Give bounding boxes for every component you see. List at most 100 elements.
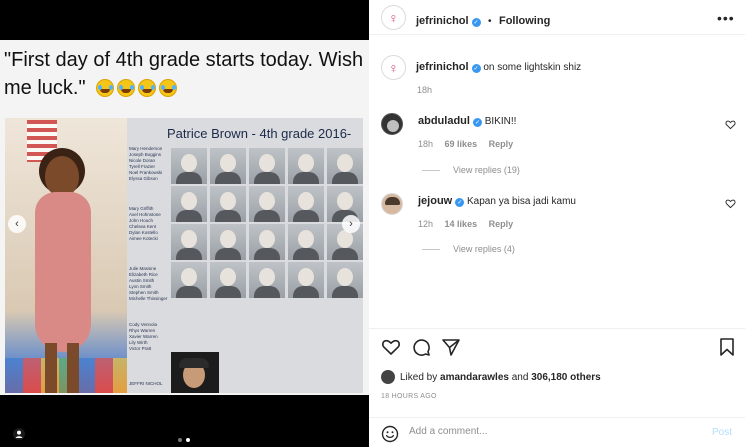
like-comment-heart-icon[interactable] [725,198,736,209]
comment-time[interactable]: 12h [418,219,433,229]
chevron-left-icon: ‹ [15,218,19,230]
student-photo [288,262,324,298]
student-photo [288,224,324,260]
teacher-body [35,192,91,352]
author-username[interactable]: jefrinichol [416,15,469,27]
teacher-leg [45,343,57,393]
verified-badge-icon: ✓ [471,18,481,27]
owner-username[interactable]: jefrinichol [416,61,469,73]
owner-comment-time[interactable]: 18h [417,85,432,95]
chevron-right-icon: › [349,218,353,230]
save-bookmark-icon[interactable] [717,337,737,357]
verified-badge-icon: ✓ [472,118,482,127]
yearbook-name: Victor Pratt [129,346,152,351]
carousel-dot-active [186,438,190,442]
post-header: jefrinichol✓ • Following ••• [369,0,745,35]
student-photo [210,224,246,260]
student-photo [288,186,324,222]
reply-button[interactable]: Reply [489,219,514,229]
actions-divider [369,328,745,329]
carousel-prev-button[interactable]: ‹ [8,215,26,233]
laughing-emoji-icon [96,78,115,97]
view-replies-button[interactable]: View replies (4) [422,244,515,254]
comment-likes[interactable]: 14 likes [445,219,478,229]
teacher-leg [67,343,79,393]
teacher-head [45,156,79,196]
laughing-emoji-icon [117,78,136,97]
emoji-smiley-icon[interactable] [381,425,399,443]
verified-badge-icon: ✓ [471,64,481,73]
student-photo [210,148,246,184]
owner-comment-text: on some lightskin shiz [483,62,582,73]
meme-caption-text: "First day of 4th grade starts today. Wi… [4,49,364,99]
commenter-username[interactable]: abduladul [418,115,470,127]
post-media: "First day of 4th grade starts today. Wi… [0,0,369,447]
student-photo [249,186,285,222]
divider [422,169,440,171]
post-side-panel: jefrinichol✓ • Following ••• jefrinichol… [369,0,745,447]
student-photo [171,262,207,298]
liker-avatar[interactable] [381,370,395,384]
comment-time[interactable]: 18h [418,139,433,149]
student-photo [171,148,207,184]
verified-badge-icon: ✓ [455,198,465,207]
tagged-users-button[interactable] [12,427,26,441]
commenter-avatar[interactable] [381,193,403,215]
author-avatar[interactable] [381,5,406,30]
following-button[interactable]: Following [499,15,550,27]
likes-summary: Liked by amandarawles and 306,180 others [381,370,601,384]
comment-likes[interactable]: 69 likes [445,139,478,149]
student-photo [249,262,285,298]
carousel-dot [178,438,182,442]
student-photo [210,262,246,298]
carousel-indicator [178,438,190,442]
view-replies-label: View replies (4) [453,244,515,254]
owner-comment: jefrinichol ✓ on some lightskin shiz [416,61,581,73]
share-paper-plane-icon[interactable] [441,337,461,357]
comment-text: BIKIN!! [484,116,517,127]
student-photo [171,186,207,222]
student-photo [288,148,324,184]
comment-body: jejouw ✓ Kapan ya bisa jadi kamu [418,195,576,207]
yearbook-name: Michelle Thissinger [129,296,168,301]
meme-image: "First day of 4th grade starts today. Wi… [0,40,369,395]
owner-avatar[interactable] [381,55,406,80]
likes-others-count[interactable]: 306,180 others [531,372,601,383]
photo-collage: Patrice Brown - 4th grade 2016- Mary Hen… [5,118,363,393]
laughing-emoji-icon [138,78,157,97]
post-comment-button[interactable]: Post [712,427,732,438]
divider [422,248,440,250]
comment-meta: 18h 69 likes Reply [418,139,513,149]
like-comment-heart-icon[interactable] [725,119,736,130]
more-options-button[interactable]: ••• [717,10,735,26]
post-timestamp[interactable]: 18 HOURS AGO [381,393,437,400]
reply-button[interactable]: Reply [489,139,514,149]
view-replies-button[interactable]: View replies (19) [422,165,520,175]
liker-username[interactable]: amandarawles [440,372,509,383]
instagram-post-modal: "First day of 4th grade starts today. Wi… [0,0,745,447]
view-replies-label: View replies (19) [453,165,520,175]
author-info: jefrinichol ✓ • Following [416,11,550,29]
student-photo [171,224,207,260]
user-tag-icon [13,428,25,440]
teacher-photo [5,118,127,393]
laughing-emojis [93,75,178,103]
carousel-next-button[interactable]: › [342,215,360,233]
student-photo [327,262,363,298]
comment-bubble-icon[interactable] [411,337,431,357]
commenter-avatar[interactable] [381,113,403,135]
student-photo [327,148,363,184]
laughing-emoji-icon [159,78,178,97]
yearbook-page: Patrice Brown - 4th grade 2016- Mary Hen… [127,118,363,393]
separator-dot: • [488,16,492,27]
commenter-username[interactable]: jejouw [418,195,452,207]
yearbook-title: Patrice Brown - 4th grade 2016- [167,126,352,141]
comment-body: abduladul ✓ BIKIN!! [418,115,516,127]
comment-input[interactable] [409,426,689,437]
like-heart-icon[interactable] [381,337,401,357]
rug-graphic [5,358,127,393]
comment-meta: 12h 14 likes Reply [418,219,513,229]
